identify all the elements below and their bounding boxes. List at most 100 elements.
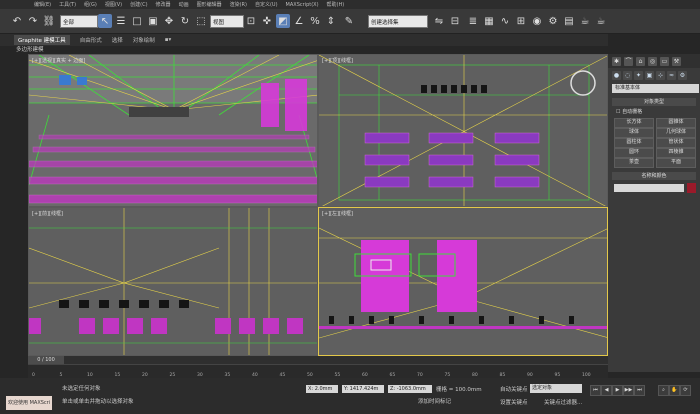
- key-mode-dropdown[interactable]: 选定对象: [530, 384, 582, 393]
- material-editor-icon[interactable]: ◉: [530, 14, 544, 28]
- viewport-label[interactable]: [+][顶][线框]: [322, 57, 353, 64]
- window-crossing-icon[interactable]: ▣: [146, 14, 160, 28]
- ribbon-options-icon[interactable]: ▪▾: [165, 37, 172, 43]
- autokey-label[interactable]: 自动关键点: [500, 385, 528, 393]
- curve-editor-icon[interactable]: ∿: [498, 14, 512, 28]
- go-to-end-icon[interactable]: ⏭: [634, 385, 645, 396]
- edit-named-selection-icon[interactable]: ✎: [342, 14, 356, 28]
- create-tab-icon[interactable]: ✱: [612, 56, 621, 66]
- viewport-label[interactable]: [+][前][线框]: [32, 210, 63, 217]
- pivot-icon[interactable]: ⊡: [244, 14, 258, 28]
- pyramid-button[interactable]: 四棱锥: [656, 148, 696, 158]
- set-key-label[interactable]: 设置关键点: [500, 398, 528, 406]
- pan-icon[interactable]: ✋: [669, 385, 680, 396]
- helpers-icon[interactable]: ⊹: [656, 71, 665, 80]
- tab-selection[interactable]: 选择: [112, 36, 123, 44]
- name-color-rollout[interactable]: 名称和颜色: [612, 172, 696, 180]
- tube-button[interactable]: 管状体: [656, 138, 696, 148]
- render-iterative-icon[interactable]: ☕: [594, 14, 608, 28]
- maxscript-listener[interactable]: 欢迎使用 MAXScri: [6, 396, 52, 410]
- select-object-icon[interactable]: ↖: [98, 14, 112, 28]
- snap-toggle-icon[interactable]: ◩: [276, 14, 290, 28]
- geometry-icon[interactable]: ●: [612, 71, 621, 80]
- viewport-top[interactable]: [+][顶][线框]: [318, 54, 608, 207]
- angle-snap-icon[interactable]: ∠: [292, 14, 306, 28]
- menu-item-customize[interactable]: 自定义(U): [255, 1, 278, 8]
- percent-snap-icon[interactable]: %: [308, 14, 322, 28]
- hierarchy-tab-icon[interactable]: ⌂: [636, 56, 645, 66]
- shapes-icon[interactable]: ◌: [623, 71, 632, 80]
- utilities-tab-icon[interactable]: ⚒: [672, 56, 681, 66]
- cone-button[interactable]: 圆锥体: [656, 118, 696, 128]
- x-coord-field[interactable]: X: 2.0mm: [306, 385, 338, 393]
- align-icon[interactable]: ⊟: [448, 14, 462, 28]
- mirror-icon[interactable]: ⇋: [432, 14, 446, 28]
- lights-icon[interactable]: ✦: [634, 71, 643, 80]
- selection-filter-dropdown[interactable]: 全部: [60, 15, 98, 28]
- menu-item-view[interactable]: 视图(V): [105, 1, 122, 8]
- systems-icon[interactable]: ⚙: [678, 71, 687, 80]
- menu-item-graph-editors[interactable]: 图形编辑器: [197, 1, 222, 8]
- rotate-icon[interactable]: ↻: [178, 14, 192, 28]
- menu-item-help[interactable]: 帮助(H): [327, 1, 345, 8]
- object-type-rollout[interactable]: 对象类型: [612, 98, 696, 106]
- viewport-front[interactable]: [+][前][线框]: [28, 207, 318, 356]
- motion-tab-icon[interactable]: ◎: [648, 56, 657, 66]
- add-time-tag[interactable]: 添加时间标记: [418, 397, 451, 405]
- menu-item-animation[interactable]: 动画: [179, 1, 189, 8]
- teapot-button[interactable]: 茶壶: [614, 158, 654, 168]
- reference-coord-dropdown[interactable]: 视图: [210, 15, 244, 28]
- menu-item-create[interactable]: 创建(C): [130, 1, 147, 8]
- cameras-icon[interactable]: ▣: [645, 71, 654, 80]
- cylinder-button[interactable]: 圆柱体: [614, 138, 654, 148]
- object-name-field[interactable]: [614, 184, 684, 192]
- tab-freeform[interactable]: 自由形式: [80, 36, 102, 44]
- manipulate-icon[interactable]: ✜: [260, 14, 274, 28]
- link-icon[interactable]: ⛓: [42, 14, 56, 28]
- sphere-button[interactable]: 球体: [614, 128, 654, 138]
- time-slider[interactable]: 0 / 100: [28, 356, 608, 364]
- time-slider-knob[interactable]: 0 / 100: [28, 356, 64, 364]
- menu-item-rendering[interactable]: 渲染(R): [230, 1, 247, 8]
- render-setup-icon[interactable]: ⚙: [546, 14, 560, 28]
- modify-tab-icon[interactable]: ⌒: [624, 56, 633, 66]
- display-tab-icon[interactable]: ▭: [660, 56, 669, 66]
- z-coord-field[interactable]: Z: -1063.0mm: [388, 385, 432, 393]
- tab-object-paint[interactable]: 对象绘制: [133, 36, 155, 44]
- play-icon[interactable]: ▶: [612, 385, 623, 396]
- menu-item-edit[interactable]: 编辑(E): [34, 1, 51, 8]
- track-bar[interactable]: 0 5 10 15 20 25 30 35 40 45 50 55 60 65 70 75 80 85 90 95 10…: [28, 364, 608, 378]
- spinner-snap-icon[interactable]: ⇕: [324, 14, 338, 28]
- tab-graphite-modeling[interactable]: Graphite 建模工具: [14, 35, 70, 45]
- zoom-icon[interactable]: ⌕: [658, 385, 669, 396]
- scale-icon[interactable]: ⬚: [194, 14, 208, 28]
- graphite-toggle-icon[interactable]: ▦: [482, 14, 496, 28]
- spacewarps-icon[interactable]: ≈: [667, 71, 676, 80]
- menu-item-maxscript[interactable]: MAXScript(X): [286, 2, 319, 8]
- viewport-perspective[interactable]: [+][透视][真实 + 边面]: [28, 54, 318, 207]
- orbit-icon[interactable]: ⟳: [680, 385, 691, 396]
- geosphere-button[interactable]: 几何球体: [656, 128, 696, 138]
- menu-item-group[interactable]: 组(G): [84, 1, 97, 8]
- schematic-view-icon[interactable]: ⊞: [514, 14, 528, 28]
- menu-item-tools[interactable]: 工具(T): [59, 1, 76, 8]
- next-frame-icon[interactable]: ▶▶: [623, 385, 634, 396]
- layer-manager-icon[interactable]: ≣: [466, 14, 480, 28]
- plane-button[interactable]: 平面: [656, 158, 696, 168]
- named-selection-dropdown[interactable]: 创建选择集: [368, 15, 428, 28]
- undo-icon[interactable]: ↶: [10, 14, 24, 28]
- viewport-label[interactable]: [+][左][线框]: [322, 210, 353, 217]
- viewport-left[interactable]: [+][左][线框]: [318, 207, 608, 356]
- select-by-name-icon[interactable]: ☰: [114, 14, 128, 28]
- key-filters-button[interactable]: 关键点过滤器...: [544, 398, 582, 406]
- go-to-start-icon[interactable]: ⏮: [590, 385, 601, 396]
- menu-item-modifiers[interactable]: 修改器: [156, 1, 171, 8]
- torus-button[interactable]: 圆环: [614, 148, 654, 158]
- move-icon[interactable]: ✥: [162, 14, 176, 28]
- y-coord-field[interactable]: Y: 1417.424m: [342, 385, 384, 393]
- rect-region-icon[interactable]: □: [130, 14, 144, 28]
- render-production-icon[interactable]: ☕: [578, 14, 592, 28]
- autogrid-checkbox[interactable]: ☐ 自动栅格: [616, 108, 642, 115]
- redo-icon[interactable]: ↷: [26, 14, 40, 28]
- previous-frame-icon[interactable]: ◀: [601, 385, 612, 396]
